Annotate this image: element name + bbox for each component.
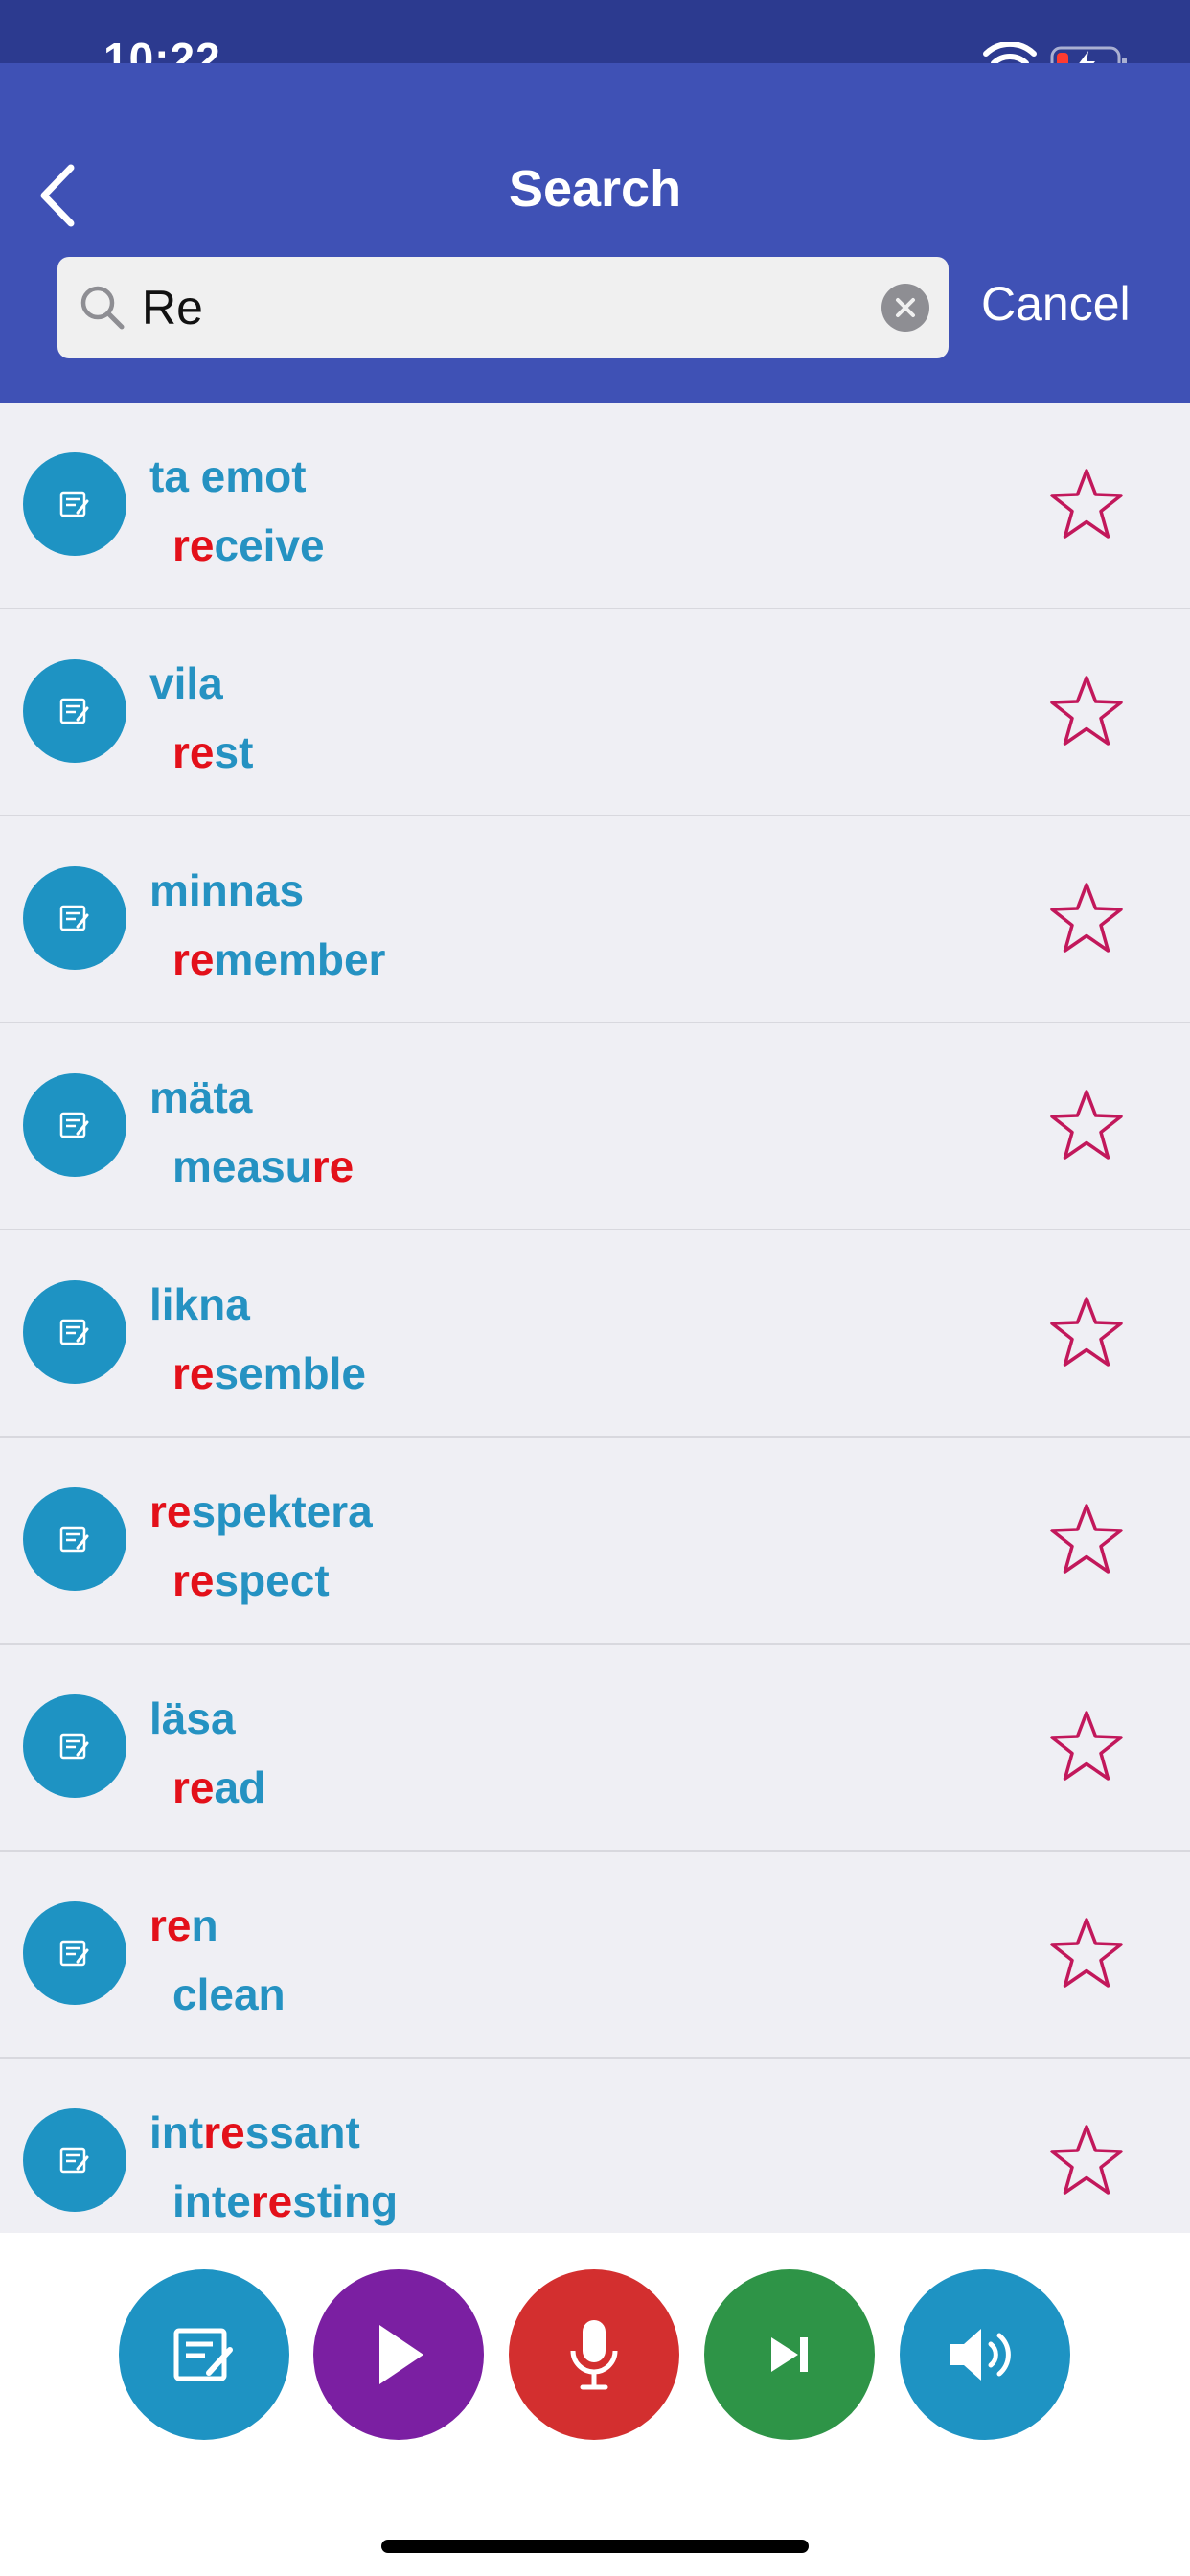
list-item[interactable]: vila rest: [0, 610, 1190, 816]
record-button[interactable]: [509, 2269, 679, 2440]
skip-next-button[interactable]: [704, 2269, 875, 2440]
word-text: ceive: [214, 520, 325, 570]
edit-button[interactable]: [119, 2269, 289, 2440]
match-highlight: re: [203, 2107, 245, 2157]
word-english: interesting: [172, 2175, 398, 2227]
note-edit-icon: [23, 1694, 126, 1798]
list-item[interactable]: ta emot receive: [0, 402, 1190, 610]
word-english: respect: [172, 1554, 330, 1606]
match-highlight: re: [149, 1486, 192, 1536]
list-item[interactable]: intressant interesting: [0, 2058, 1190, 2233]
bottom-toolbar: [0, 2233, 1190, 2576]
star-outline-icon[interactable]: [1046, 1087, 1127, 1163]
word-swedish: intressant: [149, 2106, 360, 2158]
match-highlight: re: [250, 2176, 293, 2226]
list-item[interactable]: likna resemble: [0, 1230, 1190, 1438]
match-highlight: re: [172, 1555, 215, 1605]
word-text: likna: [149, 1279, 250, 1329]
play-icon: [379, 2325, 423, 2384]
star-outline-icon[interactable]: [1046, 880, 1127, 956]
list-item[interactable]: minnas remember: [0, 816, 1190, 1024]
word-text: ssant: [244, 2107, 360, 2157]
microphone-icon: [570, 2320, 618, 2390]
word-text: mäta: [149, 1072, 253, 1122]
skip-next-icon: [771, 2337, 808, 2372]
match-highlight: re: [172, 520, 215, 570]
home-indicator: [381, 2540, 809, 2553]
word-swedish: respektera: [149, 1485, 373, 1537]
note-edit-icon: [23, 659, 126, 763]
word-swedish: ren: [149, 1899, 218, 1951]
search-input[interactable]: [142, 257, 860, 358]
word-swedish: vila: [149, 657, 223, 709]
star-outline-icon[interactable]: [1046, 1708, 1127, 1784]
note-edit-icon: [23, 866, 126, 970]
results-list[interactable]: ta emot receive vila rest minnas remembe…: [0, 402, 1190, 2233]
word-english: resemble: [172, 1347, 366, 1399]
play-button[interactable]: [313, 2269, 484, 2440]
star-outline-icon[interactable]: [1046, 2122, 1127, 2198]
clear-search-button[interactable]: [881, 284, 929, 332]
note-edit-icon: [23, 452, 126, 556]
list-item[interactable]: ren clean: [0, 1852, 1190, 2058]
star-outline-icon[interactable]: [1046, 466, 1127, 542]
word-swedish: minnas: [149, 864, 304, 916]
word-text: ad: [214, 1762, 266, 1812]
match-highlight: re: [172, 934, 215, 984]
list-item[interactable]: respektera respect: [0, 1438, 1190, 1644]
note-edit-icon: [173, 2328, 233, 2381]
star-outline-icon[interactable]: [1046, 1915, 1127, 1991]
word-english: rest: [172, 726, 253, 778]
star-outline-icon[interactable]: [1046, 1501, 1127, 1577]
word-text: n: [191, 1900, 218, 1950]
note-edit-icon: [23, 1901, 126, 2005]
note-edit-icon: [23, 1073, 126, 1177]
word-text: läsa: [149, 1693, 236, 1743]
word-swedish: likna: [149, 1278, 250, 1330]
page-title: Search: [508, 160, 682, 218]
note-edit-icon: [23, 1487, 126, 1591]
word-text: semble: [214, 1348, 367, 1398]
word-swedish: mäta: [149, 1071, 252, 1123]
star-outline-icon[interactable]: [1046, 673, 1127, 749]
word-swedish: läsa: [149, 1692, 236, 1744]
word-english: read: [172, 1761, 265, 1813]
word-text: sting: [292, 2176, 399, 2226]
clear-icon: [896, 298, 915, 317]
match-highlight: re: [149, 1900, 192, 1950]
word-text: int: [149, 2107, 204, 2157]
word-text: measu: [172, 1141, 312, 1191]
list-item[interactable]: mäta measure: [0, 1024, 1190, 1230]
word-text: member: [214, 934, 386, 984]
note-edit-icon: [23, 2108, 126, 2212]
search-icon: [80, 286, 125, 330]
status-bar: 10:22: [0, 0, 1190, 83]
list-item[interactable]: läsa read: [0, 1644, 1190, 1852]
word-text: spect: [214, 1555, 330, 1605]
cancel-button[interactable]: Cancel: [981, 276, 1131, 332]
match-highlight: re: [172, 1762, 215, 1812]
nav-header: Search Cancel: [0, 63, 1190, 402]
word-english: clean: [172, 1968, 286, 2020]
word-text: st: [214, 727, 254, 777]
word-english: remember: [172, 933, 385, 985]
star-outline-icon[interactable]: [1046, 1294, 1127, 1370]
sound-button[interactable]: [900, 2269, 1070, 2440]
word-text: inte: [172, 2176, 251, 2226]
word-text: minnas: [149, 865, 305, 915]
note-edit-icon: [23, 1280, 126, 1384]
match-highlight: re: [172, 727, 215, 777]
word-swedish: ta emot: [149, 450, 307, 502]
word-text: vila: [149, 658, 223, 708]
search-box[interactable]: [57, 257, 949, 358]
match-highlight: re: [172, 1348, 215, 1398]
word-english: measure: [172, 1140, 354, 1192]
word-text: ta emot: [149, 451, 307, 501]
word-text: spektera: [191, 1486, 373, 1536]
word-english: receive: [172, 519, 325, 571]
word-text: clean: [172, 1969, 286, 2019]
speaker-icon: [950, 2329, 1011, 2380]
match-highlight: re: [311, 1141, 355, 1191]
